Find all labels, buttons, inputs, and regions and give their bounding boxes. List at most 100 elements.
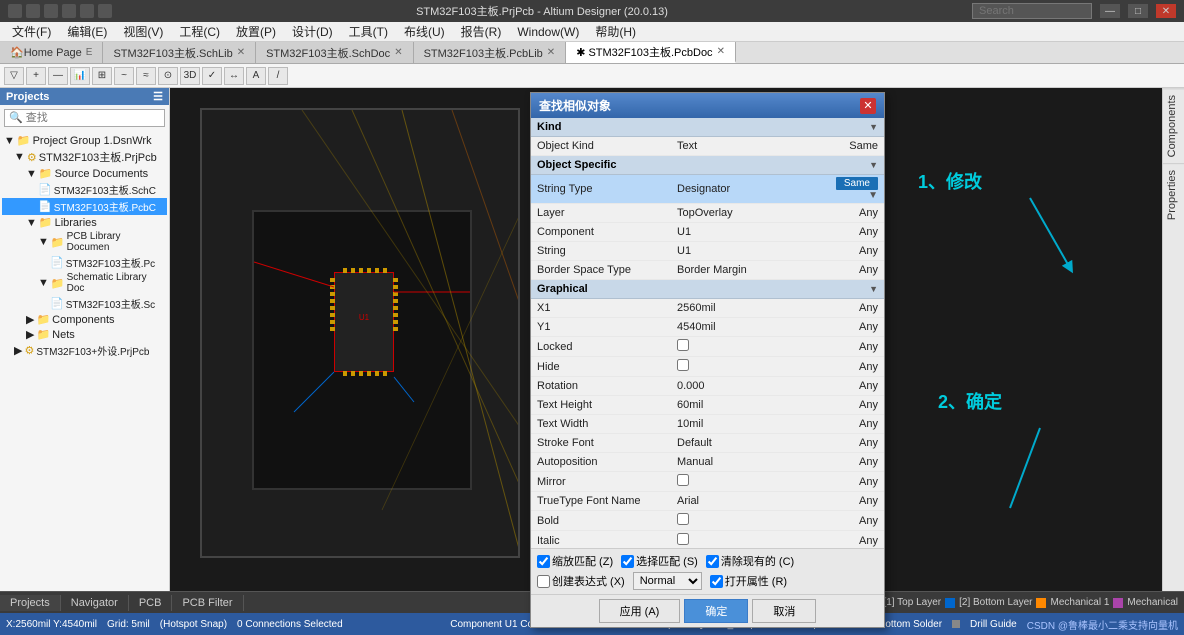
ok-button[interactable]: 确定 [684,599,748,623]
tree-schc[interactable]: 📄 STM32F103主板.SchC [2,181,167,198]
minimize-button[interactable]: — [1100,4,1120,18]
menu-help[interactable]: 帮助(H) [587,22,644,41]
menu-design[interactable]: 设计(D) [284,22,341,41]
tree-sch-lib-folder[interactable]: ▼ 📁 Schematic Library Doc [2,271,167,295]
tb-measure[interactable]: ↔ [224,67,244,85]
tb-route2[interactable]: ≈ [136,67,156,85]
title-search-input[interactable] [972,3,1092,19]
tb-text[interactable]: A [246,67,266,85]
select-match-label[interactable]: 选择匹配 (S) [621,553,698,569]
apply-button[interactable]: 应用 (A) [599,599,681,623]
menu-tools[interactable]: 工具(T) [341,22,396,41]
layer-1-label[interactable]: [1] Top Layer [883,597,941,608]
prop-right-string-type[interactable]: Same ▼ [824,175,884,203]
tb-drill[interactable]: ⊙ [158,67,178,85]
tb-add[interactable]: + [26,67,46,85]
tab-pcbdoc[interactable]: ✱ STM32F103主板.PcbDoc ✕ [566,42,736,63]
prop-label-component: Component [531,224,671,240]
tree-pcblib[interactable]: 📄 STM32F103主板.Pc [2,254,167,271]
dialog-actions: 应用 (A) 确定 取消 [531,594,884,627]
menu-edit[interactable]: 编辑(E) [59,22,115,41]
tb-minus[interactable]: — [48,67,68,85]
select-match-checkbox[interactable] [621,555,634,568]
prop-right-component: Any [824,224,884,240]
layer-mech1-dot [1036,598,1046,608]
create-expression-checkbox[interactable] [537,575,550,588]
close-button[interactable]: ✕ [1156,4,1176,18]
section-objspec-header: Object Specific ▼ [531,156,884,175]
prop-x1: X1 2560mil Any [531,299,884,318]
tree-components[interactable]: ▶ 📁 Components [2,312,167,327]
bottom-solder-label[interactable]: Bottom Solder [879,619,942,630]
section-kind-toggle[interactable]: ▼ [869,122,878,132]
tab-home-close[interactable]: E [86,47,93,58]
tree-main-project[interactable]: ▼ ⚙ STM32F103主板.PrjPcb [2,148,167,166]
tree-source-docs[interactable]: ▼ 📁 Source Documents [2,166,167,181]
tb-chart[interactable]: 📊 [70,67,90,85]
menu-window[interactable]: Window(W) [509,24,587,40]
tab-schlib-close[interactable]: ✕ [237,47,245,58]
tree-schlib[interactable]: 📄 STM32F103主板.Sc [2,295,167,312]
tab-pcblib-close[interactable]: ✕ [547,47,555,58]
prop-autoposition: Autoposition Manual Any [531,453,884,472]
drill-guide-dot [952,620,960,628]
tree-pcb-lib-folder[interactable]: ▼ 📁 PCB Library Documen [2,230,167,254]
tree-libraries[interactable]: ▼ 📁 Libraries [2,215,167,230]
tb-net[interactable]: ⊞ [92,67,112,85]
layer-mech1-label[interactable]: Mechanical 1 [1050,597,1109,608]
menu-report[interactable]: 报告(R) [453,22,510,41]
tree-project-group[interactable]: ▼ 📁 Project Group 1.DsnWrk [2,133,167,148]
menu-file[interactable]: 文件(F) [4,22,59,41]
bottom-tab-projects[interactable]: Projects [0,595,61,611]
dialog-close-button[interactable]: ✕ [860,98,876,114]
drill-guide-label[interactable]: Drill Guide [970,619,1017,630]
locked-checkbox[interactable] [677,339,689,351]
menu-route[interactable]: 布线(U) [396,22,453,41]
open-properties-label[interactable]: 打开属性 (R) [710,573,787,589]
section-objspec-toggle[interactable]: ▼ [869,160,878,170]
tab-home[interactable]: 🏠 Home Page E [0,42,103,63]
open-properties-checkbox[interactable] [710,575,723,588]
menu-view[interactable]: 视图(V) [115,22,171,41]
dialog-scroll-area[interactable]: Kind ▼ Object Kind Text Same Object Spec… [531,118,884,548]
panel-menu-icon[interactable]: ☰ [153,90,163,103]
tree-project-2[interactable]: ▶ ⚙ STM32F103+外设.PrjPcb [2,342,167,359]
cancel-button[interactable]: 取消 [752,599,816,623]
maximize-button[interactable]: □ [1128,4,1148,18]
tb-filter[interactable]: ▽ [4,67,24,85]
tab-pcbdoc-close[interactable]: ✕ [717,46,725,57]
layer-mech-label[interactable]: Mechanical [1127,597,1178,608]
right-tab-properties[interactable]: Properties [1163,163,1184,226]
menu-place[interactable]: 放置(P) [228,22,284,41]
prop-string: String U1 Any [531,242,884,261]
tab-pcblib[interactable]: STM32F103主板.PcbLib ✕ [414,42,567,63]
tree-nets[interactable]: ▶ 📁 Nets [2,327,167,342]
create-expression-label[interactable]: 创建表达式 (X) [537,573,625,589]
clear-existing-label[interactable]: 清除现有的 (C) [706,553,794,569]
right-tab-components[interactable]: Components [1163,88,1184,163]
bottom-tab-navigator[interactable]: Navigator [61,595,129,611]
tree-pcbc[interactable]: 📄 STM32F103主板.PcbC [2,198,167,215]
tb-check[interactable]: ✓ [202,67,222,85]
tab-schlib[interactable]: STM32F103主板.SchLib ✕ [103,42,256,63]
tb-3d[interactable]: 3D [180,67,200,85]
menu-project[interactable]: 工程(C) [171,22,228,41]
tb-route[interactable]: ~ [114,67,134,85]
zoom-match-checkbox[interactable] [537,555,550,568]
bottom-tab-pcb[interactable]: PCB [129,595,173,611]
zoom-match-label[interactable]: 缩放匹配 (Z) [537,553,613,569]
bottom-tab-pcbfilter[interactable]: PCB Filter [172,595,243,611]
layer-2-label[interactable]: [2] Bottom Layer [959,597,1032,608]
section-graphical-toggle[interactable]: ▼ [869,284,878,294]
panel-search-input[interactable] [4,109,165,127]
italic-checkbox[interactable] [677,533,689,545]
mirror-checkbox[interactable] [677,474,689,486]
tab-schdoc[interactable]: STM32F103主板.SchDoc ✕ [256,42,414,63]
clear-existing-checkbox[interactable] [706,555,719,568]
dialog-title-bar[interactable]: 查找相似对象 ✕ [531,93,884,118]
bold-checkbox[interactable] [677,513,689,525]
tab-schdoc-close[interactable]: ✕ [394,47,402,58]
hide-checkbox[interactable] [677,359,689,371]
style-select[interactable]: Normal Highlight Zoom Select [633,572,702,590]
tb-line[interactable]: / [268,67,288,85]
